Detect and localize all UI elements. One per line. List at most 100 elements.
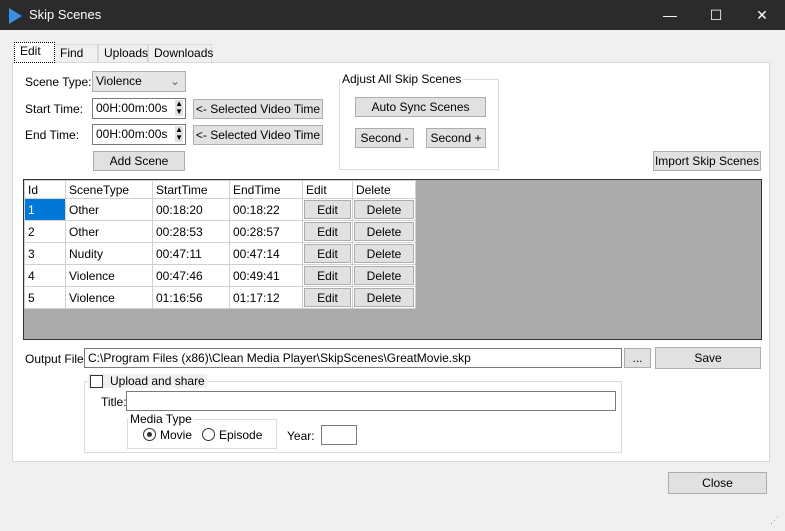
- tab-edit[interactable]: Edit: [14, 42, 55, 63]
- end-selected-video-time-button[interactable]: <- Selected Video Time: [193, 125, 323, 145]
- year-input[interactable]: [321, 425, 357, 445]
- header-end-time[interactable]: EndTime: [229, 180, 303, 199]
- cell-scene-type[interactable]: Violence: [65, 286, 153, 309]
- cell-start-time[interactable]: 00:47:46: [152, 264, 230, 287]
- episode-label: Episode: [219, 428, 263, 442]
- movie-label: Movie: [160, 428, 193, 442]
- window-title: Skip Scenes: [29, 7, 102, 22]
- title-label: Title:: [101, 395, 127, 409]
- cell-start-time[interactable]: 00:28:53: [152, 220, 230, 243]
- cell-edit: Edit: [302, 242, 353, 265]
- second-minus-button[interactable]: Second -: [355, 128, 414, 148]
- row-delete-button[interactable]: Delete: [354, 200, 414, 219]
- header-edit: Edit: [302, 180, 353, 199]
- start-selected-video-time-button[interactable]: <- Selected Video Time: [193, 99, 323, 119]
- cell-id[interactable]: 5: [24, 286, 66, 309]
- tab-find[interactable]: Find: [54, 44, 98, 62]
- table-header-row: Id SceneType StartTime EndTime Edit Dele…: [24, 180, 416, 199]
- auto-sync-scenes-button[interactable]: Auto Sync Scenes: [355, 97, 486, 117]
- cell-id[interactable]: 3: [24, 242, 66, 265]
- scenes-table: Id SceneType StartTime EndTime Edit Dele…: [24, 180, 416, 309]
- table-row[interactable]: 4 Violence 00:47:46 00:49:41 Edit Delete: [24, 264, 416, 287]
- cell-scene-type[interactable]: Other: [65, 220, 153, 243]
- tab-downloads[interactable]: Downloads: [148, 44, 213, 62]
- cell-edit: Edit: [302, 198, 353, 221]
- cell-id[interactable]: 4: [24, 264, 66, 287]
- start-time-value: 00H:00m:00s: [96, 101, 168, 115]
- table-row[interactable]: 5 Violence 01:16:56 01:17:12 Edit Delete: [24, 286, 416, 309]
- header-id[interactable]: Id: [24, 180, 66, 199]
- scene-type-value: Violence: [96, 74, 142, 88]
- table-row[interactable]: 2 Other 00:28:53 00:28:57 Edit Delete: [24, 220, 416, 243]
- cell-end-time[interactable]: 00:47:14: [229, 242, 303, 265]
- cell-scene-type[interactable]: Nudity: [65, 242, 153, 265]
- cell-end-time[interactable]: 00:18:22: [229, 198, 303, 221]
- add-scene-button[interactable]: Add Scene: [93, 151, 185, 171]
- header-scene-type[interactable]: SceneType: [65, 180, 153, 199]
- output-file-input[interactable]: C:\Program Files (x86)\Clean Media Playe…: [84, 348, 622, 368]
- cell-start-time[interactable]: 01:16:56: [152, 286, 230, 309]
- row-delete-button[interactable]: Delete: [354, 266, 414, 285]
- title-input[interactable]: [126, 391, 616, 411]
- scene-type-label: Scene Type:: [25, 75, 92, 89]
- cell-scene-type[interactable]: Other: [65, 198, 153, 221]
- end-time-value: 00H:00m:00s: [96, 127, 168, 141]
- radio-unselected-icon[interactable]: [202, 428, 215, 441]
- cell-end-time[interactable]: 00:28:57: [229, 220, 303, 243]
- episode-radio[interactable]: Episode: [202, 428, 262, 442]
- tab-uploads[interactable]: Uploads: [98, 44, 148, 62]
- close-button[interactable]: Close: [668, 472, 767, 494]
- maximize-button[interactable]: ☐: [693, 0, 739, 30]
- end-time-label: End Time:: [25, 128, 80, 142]
- cell-end-time[interactable]: 00:49:41: [229, 264, 303, 287]
- row-edit-button[interactable]: Edit: [304, 288, 351, 307]
- cell-start-time[interactable]: 00:18:20: [152, 198, 230, 221]
- cell-delete: Delete: [352, 264, 416, 287]
- row-delete-button[interactable]: Delete: [354, 244, 414, 263]
- radio-selected-icon[interactable]: [143, 428, 156, 441]
- cell-id[interactable]: 2: [24, 220, 66, 243]
- header-start-time[interactable]: StartTime: [152, 180, 230, 199]
- cell-scene-type[interactable]: Violence: [65, 264, 153, 287]
- spinner-icon[interactable]: ▲ ▼: [175, 126, 183, 142]
- table-row[interactable]: 1 Other 00:18:20 00:18:22 Edit Delete: [24, 198, 416, 221]
- upload-and-share-label: Upload and share: [110, 374, 205, 388]
- cell-start-time[interactable]: 00:47:11: [152, 242, 230, 265]
- spinner-icon[interactable]: ▲ ▼: [175, 100, 183, 116]
- output-file-label: Output File:: [25, 352, 88, 366]
- header-delete: Delete: [352, 180, 416, 199]
- end-time-input[interactable]: 00H:00m:00s ▲ ▼: [92, 124, 186, 145]
- row-edit-button[interactable]: Edit: [304, 200, 351, 219]
- resize-grip-icon[interactable]: ⋰: [770, 515, 779, 526]
- browse-button[interactable]: ...: [624, 348, 651, 368]
- table-row[interactable]: 3 Nudity 00:47:11 00:47:14 Edit Delete: [24, 242, 416, 265]
- save-button[interactable]: Save: [655, 347, 761, 369]
- import-skip-scenes-button[interactable]: Import Skip Scenes: [653, 151, 761, 171]
- start-time-input[interactable]: 00H:00m:00s ▲ ▼: [92, 98, 186, 119]
- row-delete-button[interactable]: Delete: [354, 288, 414, 307]
- cell-edit: Edit: [302, 264, 353, 287]
- upload-and-share-checkbox[interactable]: Upload and share: [88, 374, 207, 388]
- cell-delete: Delete: [352, 286, 416, 309]
- row-edit-button[interactable]: Edit: [304, 266, 351, 285]
- title-bar: Skip Scenes — ☐ ✕: [0, 0, 785, 30]
- app-logo-icon: [9, 8, 22, 24]
- row-edit-button[interactable]: Edit: [304, 244, 351, 263]
- checkbox-box[interactable]: [90, 374, 103, 388]
- year-label: Year:: [287, 429, 315, 443]
- row-delete-button[interactable]: Delete: [354, 222, 414, 241]
- cell-delete: Delete: [352, 198, 416, 221]
- cell-edit: Edit: [302, 220, 353, 243]
- second-plus-button[interactable]: Second +: [426, 128, 486, 148]
- scene-type-select[interactable]: Violence ⌄: [92, 71, 186, 92]
- row-edit-button[interactable]: Edit: [304, 222, 351, 241]
- cell-delete: Delete: [352, 242, 416, 265]
- adjust-all-legend: Adjust All Skip Scenes: [342, 72, 462, 86]
- cell-id[interactable]: 1: [24, 198, 66, 221]
- movie-radio[interactable]: Movie: [143, 428, 192, 442]
- close-window-button[interactable]: ✕: [739, 0, 785, 30]
- cell-edit: Edit: [302, 286, 353, 309]
- chevron-down-icon: ⌄: [169, 74, 180, 88]
- minimize-button[interactable]: —: [647, 0, 693, 30]
- cell-end-time[interactable]: 01:17:12: [229, 286, 303, 309]
